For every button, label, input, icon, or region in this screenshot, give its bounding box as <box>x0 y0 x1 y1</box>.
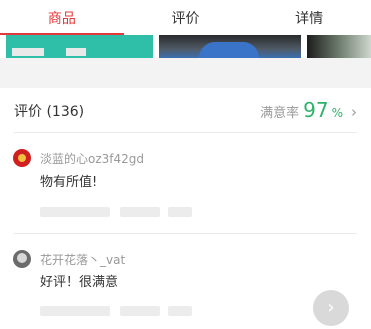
satisfaction-label: 满意率 <box>260 106 300 121</box>
avatar <box>13 250 31 268</box>
arrow-right-icon: › <box>327 297 335 318</box>
product-image-1[interactable] <box>6 35 153 58</box>
review-meta-blur <box>40 306 110 316</box>
scroll-next-button[interactable]: › <box>313 290 349 326</box>
product-image-strip <box>0 35 371 58</box>
review-text: 好评！很满意 <box>40 275 119 290</box>
chevron-right-icon: › <box>351 103 357 121</box>
satisfaction-value: 97 <box>303 98 329 122</box>
tab-reviews-label: 评价 <box>171 10 200 27</box>
review-meta-blur <box>120 306 160 316</box>
tab-details[interactable]: 详情 <box>247 0 371 35</box>
review-meta-blur <box>40 207 110 217</box>
avatar <box>13 149 31 167</box>
satisfaction-unit: % <box>331 106 343 120</box>
reviews-title: 评价 (136) <box>14 104 85 120</box>
review-text: 物有所值! <box>40 175 98 190</box>
tab-reviews[interactable]: 评价 <box>124 0 248 35</box>
tab-goods[interactable]: 商品 <box>0 0 124 35</box>
tab-goods-label: 商品 <box>47 10 76 27</box>
review-meta-blur <box>168 207 192 217</box>
reviews-header: 评价 (136) 满意率 97 % › <box>0 88 371 132</box>
review-username: 花开花落丶_vat <box>40 253 126 267</box>
review-item: 淡蓝的心oz3f42gd 物有所值! <box>0 133 371 233</box>
tab-bar: 商品 评价 详情 <box>0 0 371 35</box>
product-image-3[interactable] <box>307 35 371 58</box>
review-username: 淡蓝的心oz3f42gd <box>40 152 145 166</box>
product-image-2[interactable] <box>159 35 301 58</box>
section-gap <box>0 58 371 88</box>
satisfaction-link[interactable]: 满意率 97 % › <box>260 98 357 122</box>
review-meta-blur <box>120 207 160 217</box>
review-meta-blur <box>168 306 192 316</box>
tab-details-label: 详情 <box>295 10 324 27</box>
